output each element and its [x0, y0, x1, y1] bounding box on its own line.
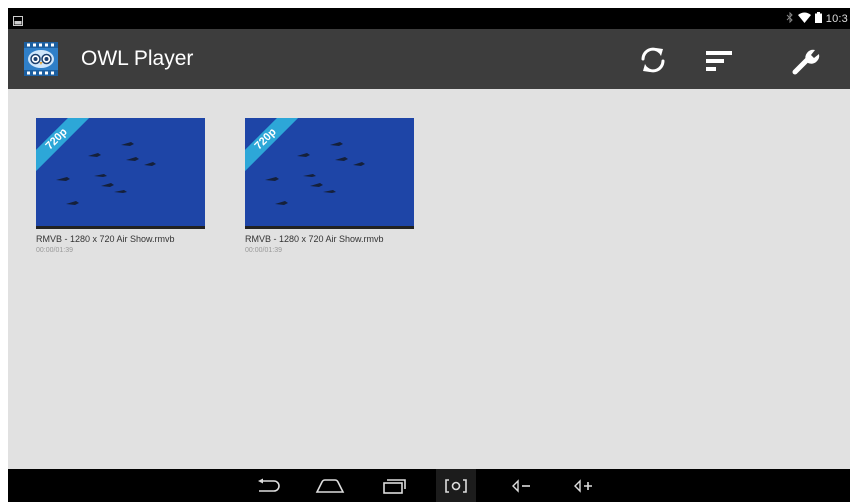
volume-up-icon[interactable]	[564, 469, 604, 502]
owl-player-icon[interactable]	[24, 42, 58, 76]
back-icon[interactable]	[248, 469, 288, 502]
status-bar: 10:3	[8, 8, 850, 29]
video-thumbnail[interactable]: 720p	[245, 118, 414, 226]
volume-down-icon[interactable]	[502, 469, 542, 502]
sort-icon[interactable]	[701, 42, 737, 78]
video-title: RMVB - 1280 x 720 Air Show.rmvb	[245, 234, 384, 244]
thumbnail-border	[36, 226, 205, 229]
screenshot-icon[interactable]	[436, 469, 476, 502]
wifi-icon	[797, 12, 811, 26]
video-thumbnail[interactable]: 720p	[36, 118, 205, 226]
video-grid: 720p RMVB - 1280 x 720 Air Show.rmvb 00:…	[8, 89, 850, 469]
action-bar: OWL Player	[8, 29, 850, 89]
settings-wrench-icon[interactable]	[789, 42, 825, 78]
navigation-bar	[8, 469, 850, 502]
video-duration: 00:00/01:39	[36, 247, 73, 254]
bluetooth-icon	[786, 11, 794, 26]
thumbnail-border	[245, 226, 414, 229]
home-icon[interactable]	[310, 469, 350, 502]
app-title: OWL Player	[81, 47, 194, 70]
screen: 10:3 OWL Player 720p RMVB - 1280 x 720 A…	[8, 8, 850, 502]
refresh-icon[interactable]	[635, 42, 671, 78]
status-time: 10:3	[825, 12, 848, 25]
battery-icon	[814, 11, 822, 26]
recent-apps-icon[interactable]	[374, 469, 414, 502]
video-duration: 00:00/01:39	[245, 247, 282, 254]
video-title: RMVB - 1280 x 720 Air Show.rmvb	[36, 234, 175, 244]
